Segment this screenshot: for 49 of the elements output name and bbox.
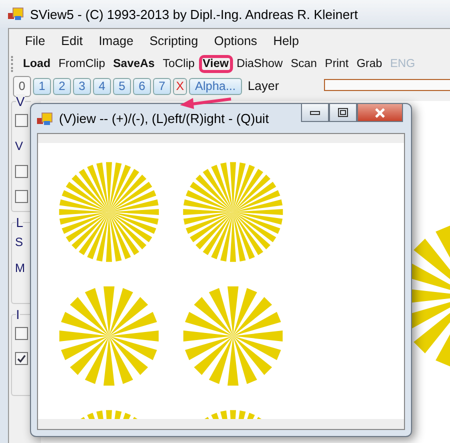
window-title: SView5 - (C) 1993-2013 by Dipl.-Ing. Andreas R. Kleinert — [30, 6, 358, 22]
layer-button[interactable]: 7 — [153, 78, 171, 94]
annotation-arrow — [180, 97, 232, 109]
maximize-button[interactable] — [329, 103, 357, 122]
toolbar-button[interactable]: ToClip — [158, 55, 199, 73]
layer-field[interactable] — [324, 79, 450, 91]
menu-item[interactable]: Help — [265, 34, 307, 48]
toolbar-button[interactable]: FromClip — [54, 55, 110, 73]
field-label: S — [15, 235, 24, 249]
minimize-button[interactable] — [301, 103, 329, 122]
toolbar-button[interactable]: Print — [320, 55, 353, 73]
menu-item[interactable]: Edit — [53, 34, 91, 48]
clear-layer-button[interactable]: X — [173, 78, 188, 94]
menu-item[interactable]: Image — [90, 34, 142, 48]
checkbox[interactable] — [15, 327, 28, 340]
toolbar-button[interactable]: Scan — [286, 55, 321, 73]
field-label: V — [15, 139, 24, 153]
minimize-icon — [310, 110, 320, 114]
app-icon — [8, 7, 24, 21]
layer-label: Layer — [248, 79, 279, 93]
menu-item[interactable]: Options — [206, 34, 266, 48]
close-icon — [374, 108, 386, 118]
toolbar-button[interactable]: SaveAs — [109, 55, 159, 73]
toolbar-button[interactable]: Load — [19, 55, 54, 73]
layer-button[interactable]: 0 — [13, 76, 31, 96]
menu-item[interactable]: Scripting — [141, 34, 206, 48]
layer-button[interactable]: 3 — [73, 78, 91, 94]
alpha-button[interactable]: Alpha... — [189, 78, 242, 94]
app-icon — [37, 112, 53, 126]
close-button[interactable] — [357, 103, 403, 122]
maximize-icon — [338, 108, 348, 117]
checkbox[interactable] — [15, 190, 28, 203]
toolbar-button[interactable]: DiaShow — [232, 55, 287, 73]
layer-button[interactable]: 5 — [113, 78, 131, 94]
checkbox[interactable] — [15, 165, 28, 178]
checkbox[interactable] — [15, 352, 28, 365]
field-label: M — [15, 261, 25, 275]
layer-button[interactable]: 6 — [133, 78, 151, 94]
window-title: (V)iew -- (+)/(-), (L)eft/(R)ight - (Q)uit — [59, 111, 269, 126]
menu-item[interactable]: File — [17, 34, 54, 48]
layer-button[interactable]: 2 — [53, 78, 71, 94]
layer-button[interactable]: 4 — [93, 78, 111, 94]
group-title: V — [16, 94, 25, 109]
toolbar-button[interactable]: View — [198, 55, 233, 73]
checkbox[interactable] — [15, 114, 28, 127]
group-title: I — [16, 307, 20, 322]
toolbar-button[interactable]: Grab — [352, 55, 386, 73]
group-title: L — [16, 215, 24, 230]
layer-button[interactable]: 1 — [33, 78, 51, 94]
